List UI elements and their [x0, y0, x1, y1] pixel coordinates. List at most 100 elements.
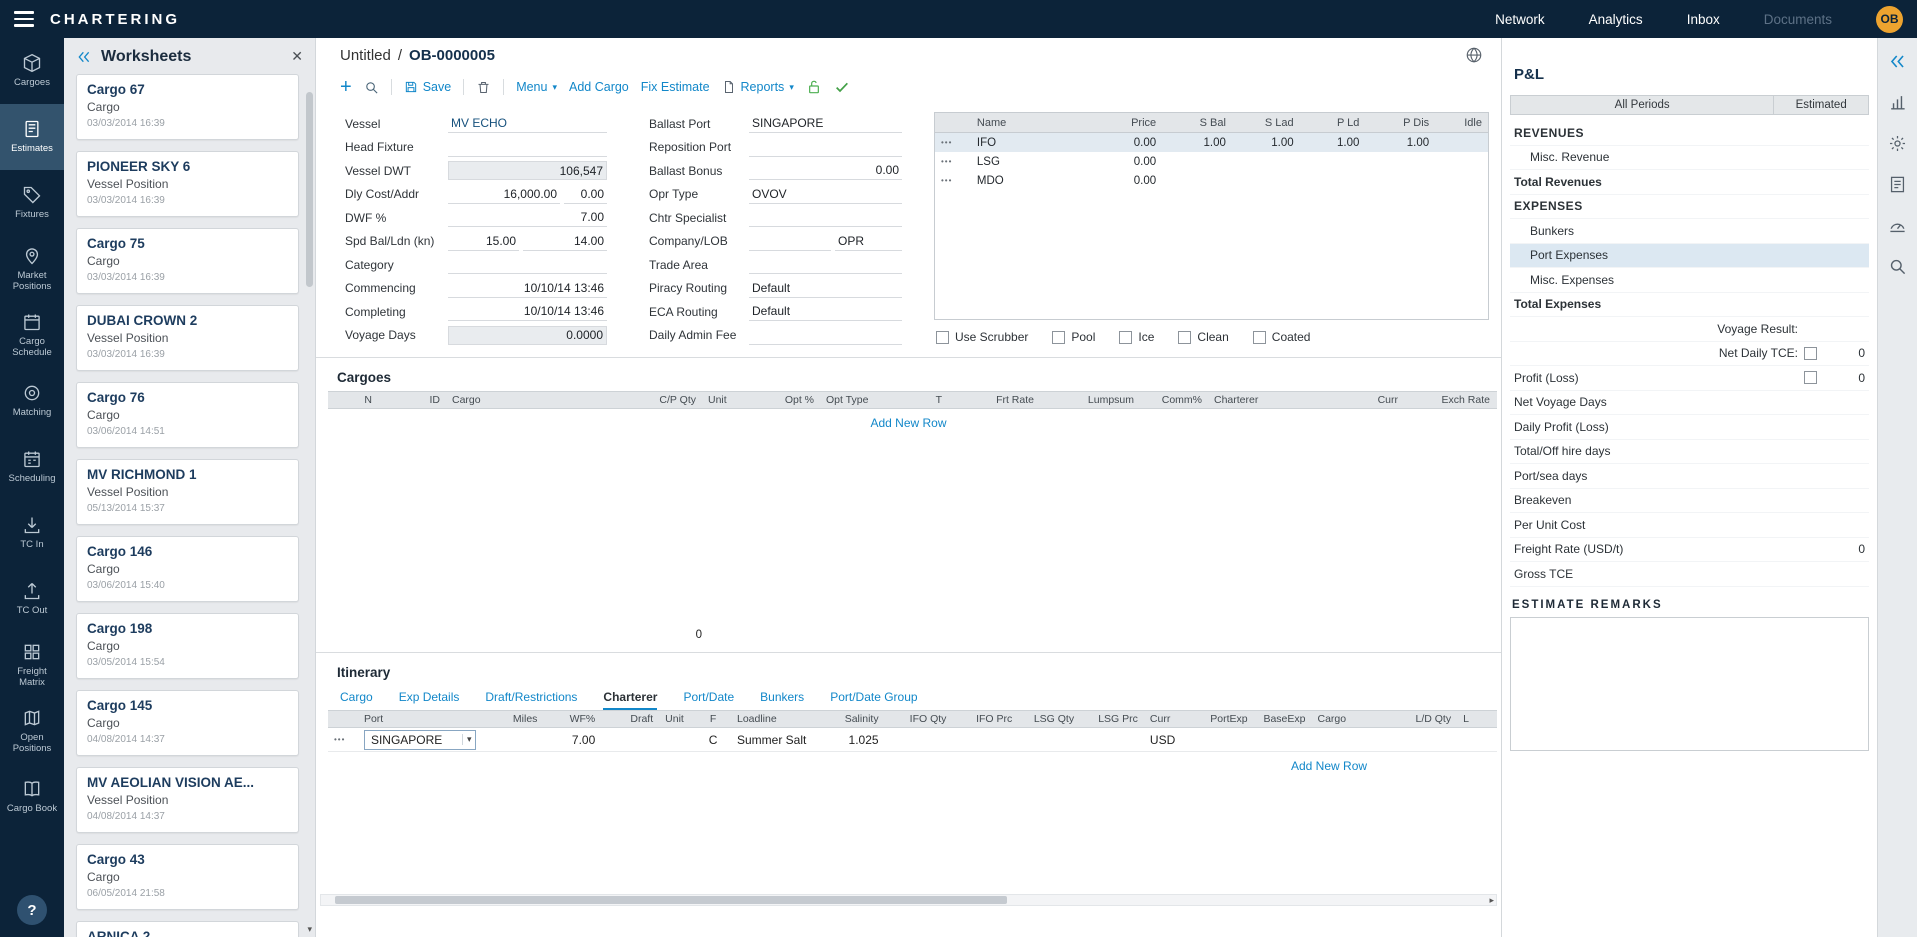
scrollbar-thumb[interactable]: [335, 896, 1007, 904]
nav-analytics[interactable]: Analytics: [1589, 12, 1643, 27]
worksheets-scrollbar[interactable]: [306, 82, 314, 919]
checkbox-ice[interactable]: Ice: [1119, 330, 1154, 344]
checkbox-pool[interactable]: Pool: [1052, 330, 1095, 344]
field-input-eca-routing[interactable]: Default: [749, 302, 902, 321]
estimate-remarks-input[interactable]: [1510, 617, 1869, 751]
worksheet-card-arnica-2[interactable]: ARNICA 2: [76, 921, 299, 937]
worksheet-card-cargo-43[interactable]: Cargo 43Cargo06/05/2014 21:58: [76, 844, 299, 910]
tab-charterer[interactable]: Charterer: [603, 690, 657, 710]
pnl-checkbox[interactable]: [1804, 371, 1817, 384]
pnl-checkbox[interactable]: [1804, 347, 1817, 360]
field-input-spd-bal-ldn-kn-2[interactable]: 14.00: [523, 232, 607, 251]
field-input-company-lob-1[interactable]: [749, 232, 831, 251]
sidebar-item-tc-out[interactable]: TC Out: [0, 566, 64, 632]
worksheet-card-cargo-145[interactable]: Cargo 145Cargo04/08/2014 14:37: [76, 690, 299, 756]
row-menu-icon[interactable]: •••: [328, 735, 358, 744]
itinerary-cell-curr[interactable]: USD: [1144, 733, 1188, 747]
sidebar-item-estimates[interactable]: Estimates: [0, 104, 64, 170]
pnl-row-port-expenses[interactable]: Port Expenses: [1510, 244, 1869, 269]
globe-icon[interactable]: [1465, 46, 1483, 64]
fix-estimate-button[interactable]: Fix Estimate: [641, 80, 710, 94]
itinerary-add-new-row[interactable]: Add New Row: [316, 752, 1501, 780]
collapse-panel-icon[interactable]: [1888, 52, 1907, 71]
menu-button[interactable]: Menu▾: [516, 80, 557, 94]
worksheets-scroll-down-icon[interactable]: ▾: [307, 924, 312, 935]
user-avatar[interactable]: OB: [1876, 6, 1903, 33]
worksheet-card-cargo-76[interactable]: Cargo 76Cargo03/06/2014 14:51: [76, 382, 299, 448]
add-cargo-button[interactable]: Add Cargo: [569, 80, 629, 94]
field-input-daily-admin-fee[interactable]: [749, 326, 902, 345]
tab-port-date[interactable]: Port/Date: [683, 690, 734, 710]
field-input-dly-cost-addr-1[interactable]: 16,000.00: [448, 185, 560, 204]
search-panel-icon[interactable]: [1888, 257, 1907, 276]
cargoes-add-new-row[interactable]: Add New Row: [316, 409, 1501, 437]
report-list-icon[interactable]: [1888, 175, 1907, 194]
unlocked-icon[interactable]: [806, 79, 822, 95]
worksheet-card-dubai-crown-2[interactable]: DUBAI CROWN 2Vessel Position03/03/2014 1…: [76, 305, 299, 371]
nav-documents[interactable]: Documents: [1764, 12, 1832, 27]
field-input-dwf[interactable]: 7.00: [448, 208, 607, 227]
field-input-piracy-routing[interactable]: Default: [749, 279, 902, 298]
new-estimate-button[interactable]: +: [340, 77, 352, 97]
itinerary-cell-salinity[interactable]: 1.025: [823, 733, 885, 747]
field-input-head-fixture[interactable]: [448, 138, 607, 157]
sidebar-item-tc-in[interactable]: TC In: [0, 500, 64, 566]
pnl-period-all[interactable]: All Periods: [1510, 95, 1774, 115]
worksheet-card-cargo-75[interactable]: Cargo 75Cargo03/03/2014 16:39: [76, 228, 299, 294]
sidebar-item-market-positions[interactable]: Market Positions: [0, 236, 64, 302]
sidebar-item-open-positions[interactable]: Open Positions: [0, 698, 64, 764]
field-input-ballast-port[interactable]: SINGAPORE: [749, 114, 902, 133]
close-worksheets-icon[interactable]: ✕: [291, 48, 303, 65]
reports-button[interactable]: Reports▾: [722, 80, 794, 94]
itinerary-cell-wf[interactable]: 7.00: [543, 733, 601, 747]
field-input-reposition-port[interactable]: [749, 138, 902, 157]
gear-icon[interactable]: [1888, 134, 1907, 153]
tab-cargo[interactable]: Cargo: [340, 690, 373, 710]
field-input-category[interactable]: [448, 255, 607, 274]
horizontal-scrollbar[interactable]: ▸: [320, 894, 1497, 906]
sidebar-item-cargo-schedule[interactable]: Cargo Schedule: [0, 302, 64, 368]
bunker-row-mdo[interactable]: •••MDO0.00: [935, 171, 1488, 190]
row-menu-icon[interactable]: •••: [935, 138, 971, 147]
field-input-vessel[interactable]: MV ECHO: [448, 114, 607, 133]
pnl-row-bunkers[interactable]: Bunkers: [1510, 219, 1869, 244]
field-input-company-lob-2[interactable]: OPR: [835, 232, 902, 251]
scroll-right-icon[interactable]: ▸: [1489, 895, 1494, 906]
worksheet-card-cargo-146[interactable]: Cargo 146Cargo03/06/2014 15:40: [76, 536, 299, 602]
worksheet-card-cargo-198[interactable]: Cargo 198Cargo03/05/2014 15:54: [76, 613, 299, 679]
sidebar-item-cargo-book[interactable]: Cargo Book: [0, 764, 64, 830]
pnl-row-misc-expenses[interactable]: Misc. Expenses: [1510, 268, 1869, 293]
collapse-worksheets-icon[interactable]: [76, 49, 92, 65]
worksheet-card-cargo-67[interactable]: Cargo 67Cargo03/03/2014 16:39: [76, 74, 299, 140]
search-icon[interactable]: [364, 80, 379, 95]
sidebar-item-cargoes[interactable]: Cargoes: [0, 38, 64, 104]
sidebar-item-matching[interactable]: Matching: [0, 368, 64, 434]
tab-draft-restrictions[interactable]: Draft/Restrictions: [485, 690, 577, 710]
save-button[interactable]: Save: [404, 80, 452, 94]
field-input-spd-bal-ldn-kn-1[interactable]: 15.00: [448, 232, 519, 251]
hamburger-menu-icon[interactable]: [14, 9, 34, 29]
worksheet-card-mv-aeolian-vision-ae[interactable]: MV AEOLIAN VISION AE...Vessel Position04…: [76, 767, 299, 833]
sidebar-item-freight-matrix[interactable]: Freight Matrix: [0, 632, 64, 698]
field-input-commencing[interactable]: 10/10/14 13:46: [448, 279, 607, 298]
itinerary-cell-loadline[interactable]: Summer Salt: [731, 733, 823, 747]
field-input-chtr-specialist[interactable]: [749, 208, 902, 227]
field-input-completing[interactable]: 10/10/14 13:46: [448, 302, 607, 321]
chart-icon[interactable]: [1888, 93, 1907, 112]
checkbox-coated[interactable]: Coated: [1253, 330, 1311, 344]
validate-check-icon[interactable]: [834, 79, 850, 95]
tab-port-date-group[interactable]: Port/Date Group: [830, 690, 917, 710]
field-input-opr-type[interactable]: OVOV: [749, 185, 902, 204]
help-button[interactable]: ?: [17, 895, 47, 925]
bunker-row-ifo[interactable]: •••IFO0.001.001.001.001.00: [935, 133, 1488, 152]
delete-icon[interactable]: [476, 80, 491, 95]
checkbox-use-scrubber[interactable]: Use Scrubber: [936, 330, 1028, 344]
tab-bunkers[interactable]: Bunkers: [760, 690, 804, 710]
row-menu-icon[interactable]: •••: [935, 157, 971, 166]
bunker-row-lsg[interactable]: •••LSG0.00: [935, 152, 1488, 171]
itinerary-cell-f[interactable]: C: [695, 733, 731, 747]
port-select[interactable]: SINGAPORE▾: [364, 730, 476, 750]
row-menu-icon[interactable]: •••: [935, 176, 971, 185]
gauge-icon[interactable]: [1888, 216, 1907, 235]
field-input-trade-area[interactable]: [749, 255, 902, 274]
